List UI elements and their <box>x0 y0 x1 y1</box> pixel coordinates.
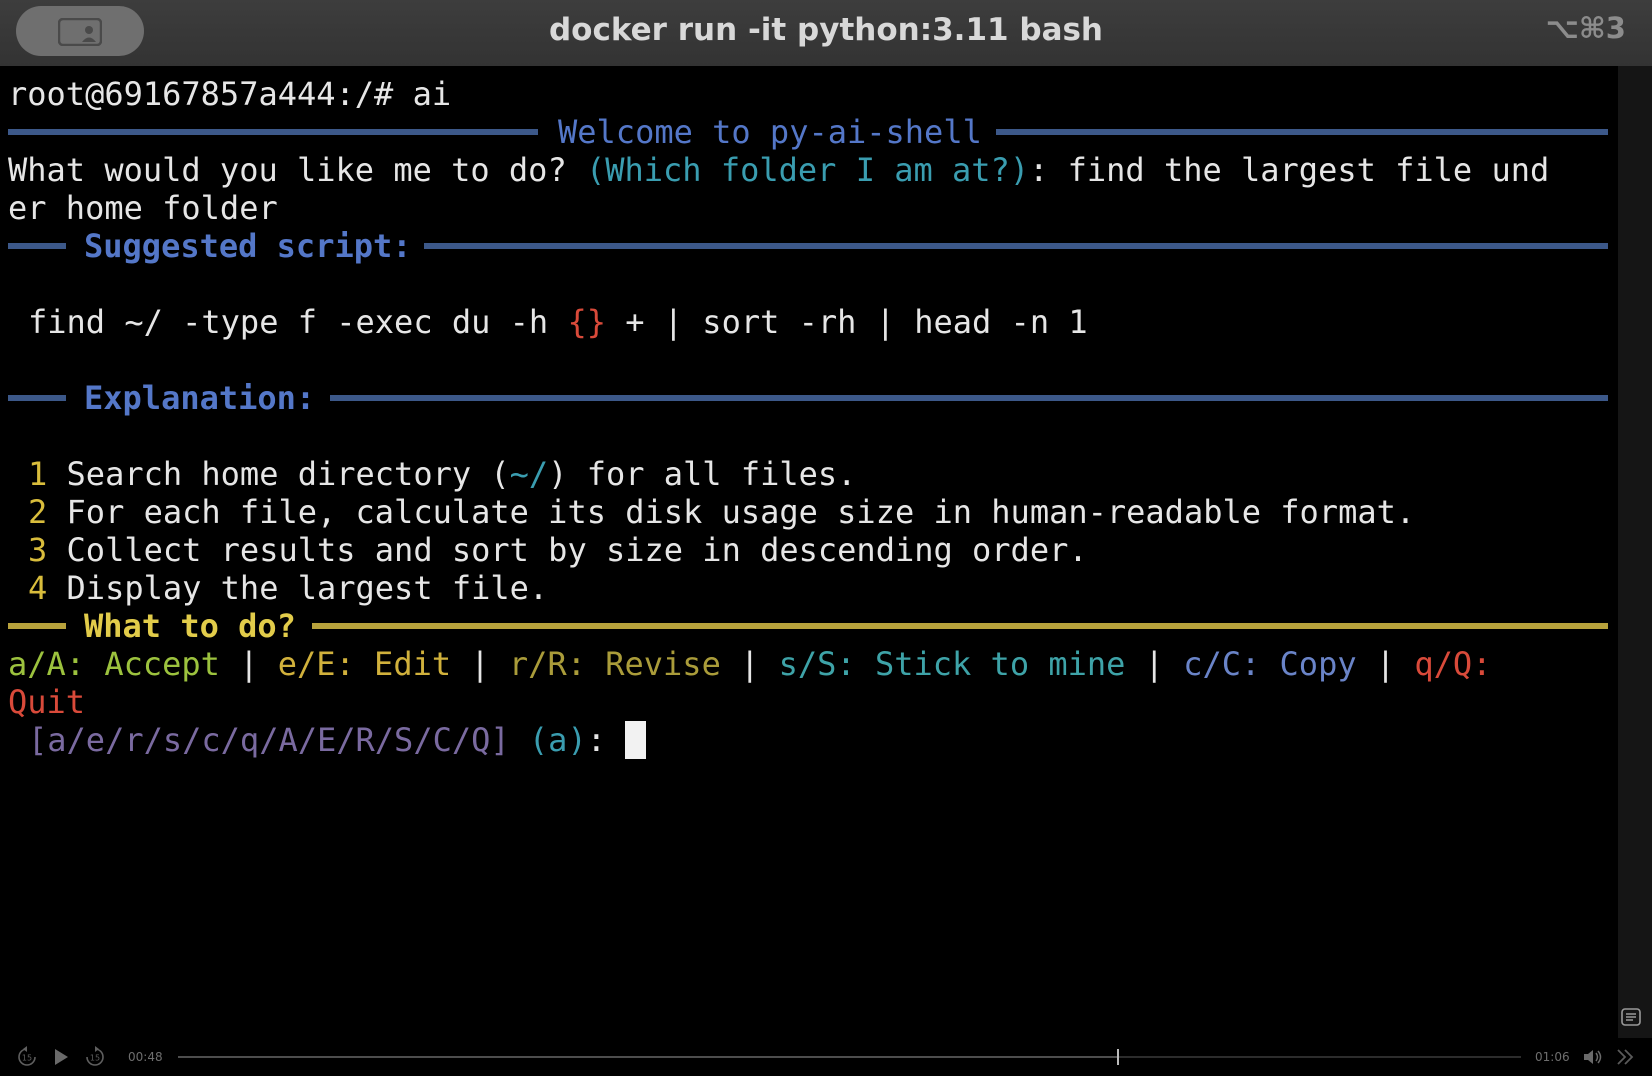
question-hint: (Which folder I am at?) <box>585 151 1030 189</box>
step-number: 1 <box>28 455 48 493</box>
welcome-title: Welcome to py-ai-shell <box>558 113 982 151</box>
rule-bar <box>424 243 1608 249</box>
choice-prompt[interactable]: [a/e/r/s/c/q/A/E/R/S/C/Q] (a): <box>28 720 647 760</box>
step-text: Display the largest file. <box>66 569 549 607</box>
option-separator: | <box>219 645 278 683</box>
step-text: ) for all files. <box>548 455 857 493</box>
step-text: Collect results and sort by size in desc… <box>66 531 1088 569</box>
terminal-player-window: docker run -it python:3.11 bash ⌥⌘3 root… <box>0 0 1652 1076</box>
play-icon[interactable] <box>50 1046 72 1068</box>
step-highlight: ~/ <box>509 455 549 493</box>
option-quit-key[interactable]: q/Q: <box>1414 645 1491 683</box>
forward-15-icon[interactable]: 15 <box>84 1046 106 1068</box>
explanation-step: 3 Collect results and sort by size in de… <box>28 530 1088 570</box>
scrollbar[interactable] <box>1618 66 1652 1038</box>
option-revise[interactable]: r/R: Revise <box>509 645 721 683</box>
explanation-label: Explanation: <box>84 379 316 417</box>
rule-bar <box>996 129 1608 135</box>
window-shortcut: ⌥⌘3 <box>1545 11 1626 45</box>
playback-controls: 15 15 00:48 01:06 <box>0 1038 1652 1076</box>
welcome-rule: Welcome to py-ai-shell <box>8 112 1608 152</box>
step-text: Search home directory ( <box>66 455 510 493</box>
option-stick-to-mine[interactable]: s/S: Stick to mine <box>779 645 1126 683</box>
question-answer: : find the largest file und <box>1029 151 1550 189</box>
progress-bar[interactable] <box>178 1049 1521 1065</box>
speaker-icon[interactable] <box>1582 1046 1604 1068</box>
explanation-step: 1 Search home directory (~/) for all fil… <box>28 454 856 494</box>
svg-text:15: 15 <box>90 1054 100 1063</box>
option-separator: | <box>1356 645 1415 683</box>
terminal-output[interactable]: root@69167857a444:/# ai Welcome to py-ai… <box>0 66 1618 1038</box>
explanation-rule: Explanation: <box>8 378 1608 418</box>
question-answer-continued: er home folder <box>8 189 278 227</box>
step-number: 3 <box>28 531 48 569</box>
choice-colon: : <box>586 721 606 759</box>
explanation-step: 2 For each file, calculate its disk usag… <box>28 492 1415 532</box>
rule-bar <box>8 243 66 249</box>
title-bar: docker run -it python:3.11 bash ⌥⌘3 <box>0 0 1652 67</box>
option-copy[interactable]: c/C: Copy <box>1183 645 1356 683</box>
current-time: 00:48 <box>128 1050 163 1064</box>
svg-text:15: 15 <box>22 1054 32 1063</box>
step-text: For each file, calculate its disk usage … <box>66 493 1416 531</box>
option-accept[interactable]: a/A: Accept <box>8 645 220 683</box>
rule-bar <box>8 623 66 629</box>
option-edit[interactable]: e/E: Edit <box>278 645 451 683</box>
what-to-do-label: What to do? <box>84 607 296 645</box>
option-separator: | <box>720 645 779 683</box>
choice-default: (a) <box>528 721 587 759</box>
window-title: docker run -it python:3.11 bash <box>548 12 1104 48</box>
shell-prompt: root@69167857a444:/# ai <box>8 75 452 113</box>
option-separator: | <box>451 645 509 683</box>
action-options: a/A: Accept | e/E: Edit | r/R: Revise | … <box>8 644 1491 684</box>
explanation-step: 4 Display the largest file. <box>28 568 548 608</box>
rule-bar <box>330 395 1608 401</box>
option-separator: | <box>1125 645 1184 683</box>
option-quit-label[interactable]: Quit <box>8 682 85 722</box>
suggested-script-label: Suggested script: <box>84 227 412 265</box>
step-number: 2 <box>28 493 48 531</box>
question-prefix: What would you like me to do? <box>8 151 586 189</box>
total-time: 01:06 <box>1535 1050 1570 1064</box>
question-line: What would you like me to do? (Which fol… <box>8 150 1549 190</box>
suggested-script-rule: Suggested script: <box>8 226 1608 266</box>
step-number: 4 <box>28 569 48 607</box>
choice-list: [a/e/r/s/c/q/A/E/R/S/C/Q] <box>28 721 510 759</box>
rewind-15-icon[interactable]: 15 <box>16 1046 38 1068</box>
suggested-script[interactable]: find ~/ -type f -exec du -h {} + | sort … <box>28 302 1088 342</box>
progress-thumb[interactable] <box>1117 1049 1120 1065</box>
what-to-do-rule: What to do? <box>8 606 1608 646</box>
progress-fill <box>178 1056 1119 1058</box>
rule-bar <box>8 395 66 401</box>
rule-bar <box>8 129 538 135</box>
fit-to-screen-icon[interactable] <box>1620 1006 1642 1028</box>
script-part: find ~/ -type f -exec du -h <box>28 303 568 341</box>
script-part: + | sort -rh | head -n 1 <box>605 303 1088 341</box>
text-cursor <box>625 721 647 759</box>
rule-bar <box>312 623 1608 629</box>
script-placeholder: {} <box>567 303 606 341</box>
chevron-double-right-icon[interactable] <box>1614 1046 1636 1068</box>
